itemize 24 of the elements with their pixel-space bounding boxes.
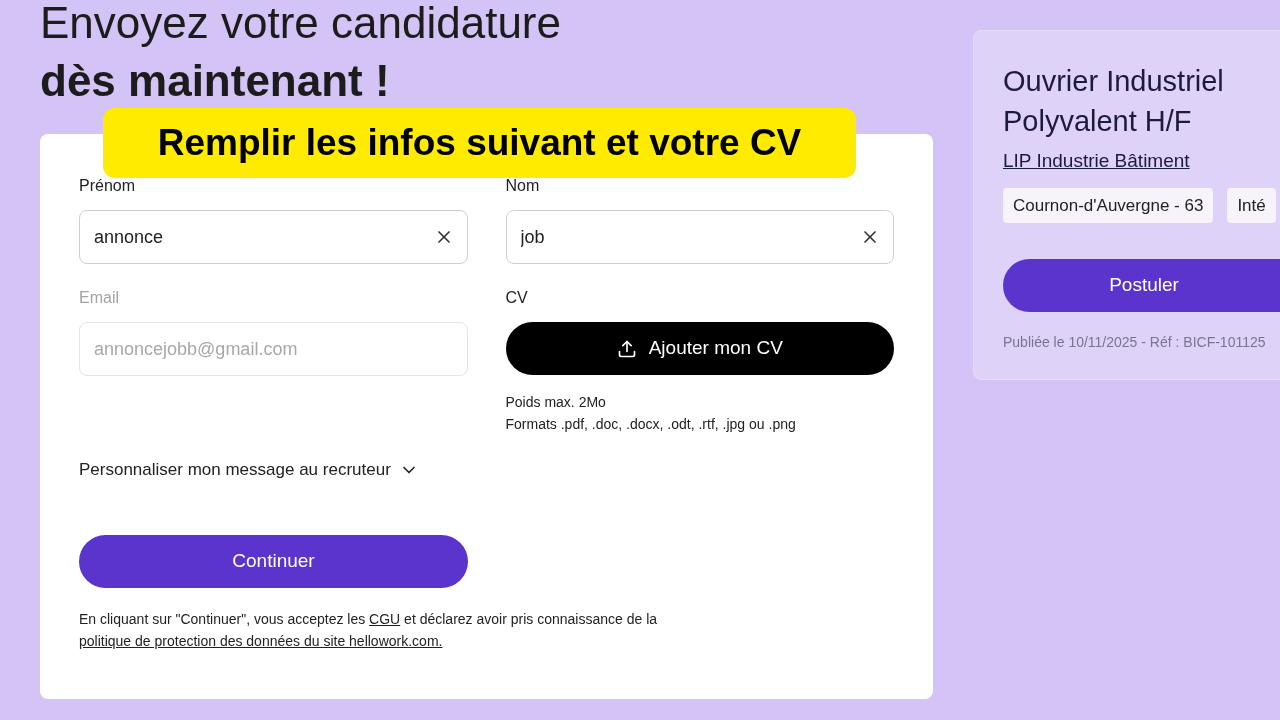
consent-link[interactable]: politique de protection des données du site hellowork.com.: [79, 632, 443, 649]
continue-button[interactable]: Continuer: [79, 534, 468, 588]
field-label: Prénom: [79, 176, 137, 196]
field-label: Email: [79, 288, 120, 308]
publication-info: Publiée le 10/11/2025 - Réf : BICF-101125: [1003, 333, 1267, 352]
file-note: Poids max. 2Mo: [505, 393, 607, 412]
field-label: CV: [505, 288, 529, 308]
file-note: Formats .pdf, .doc, .docx, .odt, .rtf, .jpg ou .png: [505, 415, 797, 434]
location-tag: Inté: [1227, 187, 1276, 223]
message-toggle[interactable]: Personnaliser mon message au recruteur: [79, 457, 419, 483]
field-label: Nom: [505, 176, 541, 196]
callout-banner: Remplir les infos suivant et votre CV: [103, 108, 856, 178]
apply-button[interactable]: Postuler: [1003, 259, 1280, 312]
heading-text: Envoyez votre candidature: [40, 0, 562, 49]
consent-link[interactable]: CGU: [369, 610, 401, 627]
location-tag: Cournon-d'Auvergne - 63: [1003, 187, 1214, 223]
upload-icon: [616, 338, 637, 359]
input-field[interactable]: job: [505, 210, 894, 264]
heading-text: dès maintenant !: [40, 55, 391, 107]
consent-text: En cliquant sur "Continuer", vous acceptez les CGU et déclarez avoir pris connaissance de la politique de protection des données du site hellowork.com.: [79, 609, 659, 651]
job-title: Ouvrier Industriel Polyvalent H/F: [1003, 64, 1225, 139]
upload-cv-button[interactable]: Ajouter mon CV: [505, 322, 894, 375]
input-field[interactable]: annonce: [79, 210, 468, 264]
company-link[interactable]: LIP Industrie Bâtiment: [1003, 147, 1280, 176]
